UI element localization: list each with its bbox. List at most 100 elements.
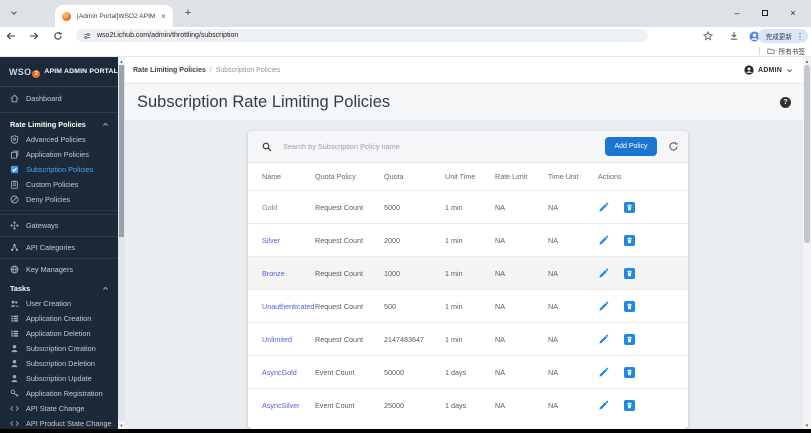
cell-unit-time: 1 min [445, 235, 463, 245]
sidebar-item-label: Gateways [26, 221, 59, 230]
sidebar-item-application-registration[interactable]: Application Registration [0, 386, 118, 401]
cell-unit-time: 1 min [445, 202, 463, 212]
page-title: Subscription Rate Limiting Policies [137, 92, 391, 111]
policy-name-link[interactable]: Silver [262, 236, 315, 245]
help-icon[interactable]: ? [780, 96, 791, 108]
layers-icon [10, 150, 19, 159]
page-scroll-up-icon[interactable]: ▲ [803, 57, 811, 65]
forward-icon[interactable] [28, 30, 40, 42]
table-header-row: Name Quota Policy Quota Unit Time Rate Limit… [248, 163, 688, 190]
bookmark-star-icon[interactable] [702, 30, 714, 42]
sidebar-item-application-policies[interactable]: Application Policies [0, 147, 118, 162]
sidebar-item-application-deletion[interactable]: Application Deletion [0, 326, 118, 341]
person-icon [10, 344, 19, 353]
window-maximize-button[interactable] [751, 0, 779, 26]
browser-menu-icon[interactable]: ⋮ [796, 32, 804, 41]
block-icon [10, 195, 19, 204]
delete-policy-button[interactable] [624, 366, 635, 378]
sidebar-item-subscription-deletion[interactable]: Subscription Deletion [0, 356, 118, 371]
sidebar-scrollbar-thumb[interactable] [119, 65, 124, 237]
breadcrumb-current: Subscription Policies [215, 66, 281, 74]
cell-rate-limit: NA [495, 268, 505, 278]
delete-policy-button[interactable] [624, 399, 635, 411]
sidebar-item-subscription-creation[interactable]: Subscription Creation [0, 341, 118, 356]
edit-policy-button[interactable] [598, 268, 609, 279]
refresh-icon[interactable] [666, 140, 680, 154]
edit-policy-button[interactable] [598, 235, 609, 246]
cell-rate-limit: NA [495, 235, 505, 245]
sidebar-item-key-managers[interactable]: Key Managers [0, 258, 118, 280]
sidebar-item-user-creation[interactable]: User Creation [0, 296, 118, 311]
user-menu-label: ADMIN [758, 66, 782, 74]
sidebar-scroll-down-icon[interactable]: ▼ [118, 421, 125, 429]
search-input[interactable] [283, 142, 605, 151]
app-logo[interactable]: WSO 2 APIM ADMIN PORTAL [0, 57, 118, 87]
sidebar-item-label: Subscription Policies [26, 165, 94, 174]
policy-name-link[interactable]: Unauthenticated [262, 302, 315, 311]
cell-rate-limit: NA [495, 202, 505, 212]
policy-name-link[interactable]: Unlimited [262, 335, 315, 344]
sidebar-item-gateways[interactable]: Gateways [0, 214, 118, 236]
browser-tab[interactable]: [Admin Portal]WSO2 APIM × [55, 5, 173, 27]
all-bookmarks-label[interactable]: 所有书签 [779, 46, 805, 56]
sidebar-item-custom-policies[interactable]: Custom Policies [0, 177, 118, 192]
app-header-bar: Rate Limiting Policies / Subscription Po… [125, 57, 803, 84]
sidebar-item-api-categories[interactable]: API Categories [0, 236, 118, 258]
policy-name-link[interactable]: Gold [262, 203, 315, 212]
edit-policy-button[interactable] [598, 202, 609, 213]
sidebar-item-deny-policies[interactable]: Deny Policies [0, 192, 118, 207]
reload-icon[interactable] [52, 30, 64, 42]
site-settings-icon[interactable] [83, 32, 91, 40]
sidebar-item-dashboard[interactable]: Dashboard [0, 91, 118, 106]
sidebar-item-label: API Product State Change [26, 419, 112, 428]
download-icon[interactable] [728, 30, 740, 42]
delete-policy-button[interactable] [624, 267, 635, 279]
sidebar-item-api-state-change[interactable]: API State Change [0, 401, 118, 416]
delete-policy-button[interactable] [624, 333, 635, 345]
policy-name-link[interactable]: AsyncGold [262, 368, 315, 377]
chrome-update-chip[interactable]: 完成更新 ⋮ [757, 29, 808, 43]
breadcrumb-parent[interactable]: Rate Limiting Policies [133, 67, 206, 74]
edit-policy-button[interactable] [598, 301, 609, 312]
sidebar-item-subscription-update[interactable]: Subscription Update [0, 371, 118, 386]
sidebar-item-advanced-policies[interactable]: Advanced Policies [0, 132, 118, 147]
sidebar-scrollbar[interactable]: ▲ ▼ [118, 57, 125, 429]
new-tab-button[interactable]: + [181, 6, 195, 20]
window-close-button[interactable]: × [779, 0, 807, 26]
delete-policy-button[interactable] [624, 234, 635, 246]
page-scrollbar-thumb[interactable] [804, 65, 810, 243]
url-bar[interactable]: wso2t.ichub.com/admin/throttling/subscri… [76, 29, 648, 42]
edit-policy-button[interactable] [598, 334, 609, 345]
edit-policy-button[interactable] [598, 367, 609, 378]
column-header-quota-policy: Quota Policy [315, 172, 356, 181]
sidebar-section-label: Tasks [10, 283, 31, 293]
sidebar-item-api-product-state-change[interactable]: API Product State Change [0, 416, 118, 429]
cell-quota: 25000 [384, 400, 404, 410]
cell-time-unit: NA [548, 235, 558, 245]
edit-policy-button[interactable] [598, 400, 609, 411]
page-scroll-down-icon[interactable]: ▼ [803, 421, 811, 429]
sidebar-item-subscription-policies[interactable]: Subscription Policies [0, 162, 118, 177]
row-actions [598, 234, 688, 246]
add-policy-button[interactable]: Add Policy [605, 137, 657, 156]
code-icon [10, 419, 19, 428]
row-actions [598, 333, 688, 345]
sidebar-scroll-up-icon[interactable]: ▲ [118, 57, 125, 65]
policy-name-link[interactable]: Bronze [262, 269, 315, 278]
tab-close-icon[interactable]: × [161, 11, 166, 21]
list-icon [10, 329, 19, 338]
tab-list-chevron-icon[interactable] [7, 6, 21, 20]
sidebar-item-label: Custom Policies [26, 180, 79, 189]
page-scrollbar[interactable]: ▲ ▼ [803, 57, 811, 429]
list-icon [10, 314, 19, 323]
user-menu[interactable]: ADMIN [744, 65, 793, 75]
back-icon[interactable] [5, 30, 17, 42]
policy-name-link[interactable]: AsyncSilver [262, 401, 315, 410]
sidebar-section-tasks[interactable]: Tasks [0, 280, 118, 296]
window-minimize-button[interactable]: – [723, 0, 751, 26]
delete-policy-button[interactable] [624, 300, 635, 312]
sidebar-section-rate-limiting-policies[interactable]: Rate Limiting Policies [0, 116, 118, 132]
cell-quota-policy: Request Count [315, 301, 363, 311]
delete-policy-button[interactable] [624, 201, 635, 213]
sidebar-item-application-creation[interactable]: Application Creation [0, 311, 118, 326]
